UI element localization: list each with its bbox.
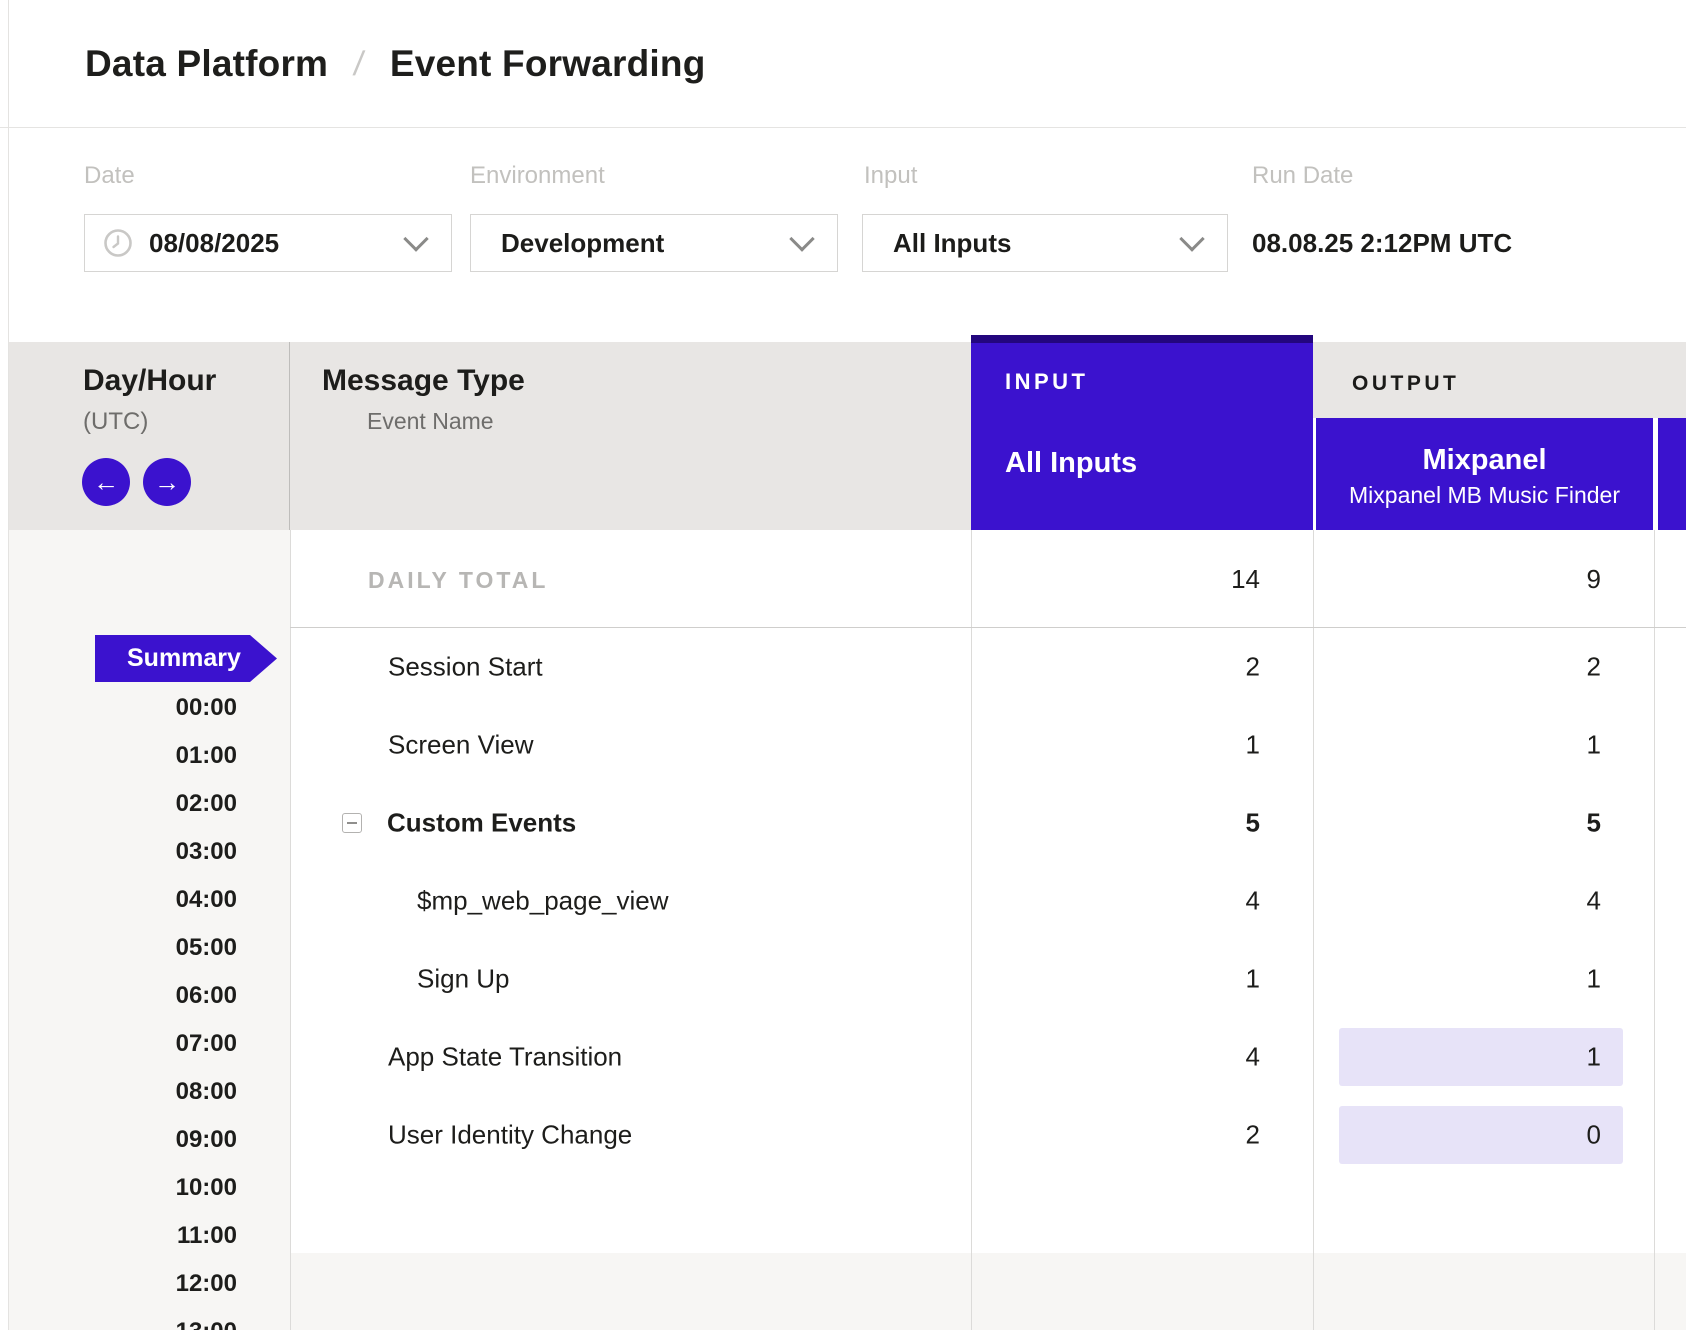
summary-tab-label: Summary — [127, 644, 241, 673]
table-row-nested: Sign Up 1 1 — [290, 940, 1686, 1018]
input-filter-label: Input — [864, 162, 917, 190]
hour-item[interactable]: 01:00 — [8, 732, 237, 780]
input-count: 1 — [972, 730, 1260, 761]
daily-total-input-value: 14 — [972, 564, 1260, 595]
hour-item[interactable]: 11:00 — [8, 1212, 237, 1260]
hour-item[interactable]: 02:00 — [8, 780, 237, 828]
table-row: Screen View 1 1 — [290, 706, 1686, 784]
event-name: Sign Up — [417, 964, 510, 995]
hour-item[interactable]: 08:00 — [8, 1068, 237, 1116]
output-count: 1 — [1316, 730, 1601, 761]
previous-day-button[interactable]: ← — [82, 458, 130, 506]
output-count: 5 — [1316, 808, 1601, 839]
input-count: 1 — [972, 964, 1260, 995]
hour-item[interactable]: 07:00 — [8, 1020, 237, 1068]
table-row: User Identity Change 2 0 — [290, 1096, 1686, 1174]
table-row: Session Start 2 2 — [290, 628, 1686, 706]
hour-item[interactable]: 10:00 — [8, 1164, 237, 1212]
event-group-name: Custom Events — [387, 808, 576, 839]
input-select-value: All Inputs — [893, 228, 1011, 259]
chevron-down-icon — [403, 226, 428, 251]
input-select[interactable]: All Inputs — [862, 214, 1228, 272]
event-name: Screen View — [388, 730, 534, 761]
input-count: 4 — [972, 1042, 1260, 1073]
message-type-column-subtitle: Event Name — [367, 408, 494, 435]
output-count: 4 — [1316, 886, 1601, 917]
output-count: 1 — [1316, 1042, 1601, 1073]
hour-item[interactable]: 12:00 — [8, 1260, 237, 1308]
event-name: Session Start — [388, 652, 543, 683]
run-date-value: 08.08.25 2:12PM UTC — [1252, 214, 1512, 272]
input-column-name: All Inputs — [1005, 447, 1137, 480]
header-column-divider — [289, 342, 290, 530]
summary-tab[interactable]: Summary — [95, 635, 277, 682]
date-filter-label: Date — [84, 162, 135, 190]
event-rows: Session Start 2 2 Screen View 1 1 Custom… — [290, 628, 1686, 1174]
input-column-header: INPUT All Inputs — [971, 335, 1313, 530]
environment-select-value: Development — [501, 228, 664, 259]
collapse-toggle[interactable] — [342, 813, 362, 833]
page-title[interactable]: Event Forwarding — [390, 43, 706, 85]
clock-icon — [103, 228, 133, 258]
daily-total-output-value: 9 — [1316, 564, 1601, 595]
hour-item[interactable]: 05:00 — [8, 924, 237, 972]
output-column-subtitle: Mixpanel MB Music Finder — [1316, 482, 1653, 509]
hour-item[interactable]: 09:00 — [8, 1116, 237, 1164]
breadcrumb-separator: / — [351, 45, 366, 84]
minus-icon — [347, 822, 357, 824]
arrow-left-icon: ← — [93, 467, 119, 498]
environment-select[interactable]: Development — [470, 214, 838, 272]
hour-item[interactable]: 03:00 — [8, 828, 237, 876]
arrow-right-icon: → — [154, 467, 180, 498]
environment-filter-label: Environment — [470, 162, 605, 190]
event-name: User Identity Change — [388, 1120, 632, 1151]
event-name: $mp_web_page_view — [417, 886, 669, 917]
hour-item[interactable]: 00:00 — [8, 684, 237, 732]
input-count: 4 — [972, 886, 1260, 917]
hour-item[interactable]: 13:00 — [8, 1308, 237, 1330]
breadcrumb-section[interactable]: Data Platform — [85, 43, 328, 85]
output-count: 2 — [1316, 652, 1601, 683]
hour-item[interactable]: 06:00 — [8, 972, 237, 1020]
table-row-nested: $mp_web_page_view 4 4 — [290, 862, 1686, 940]
table-footer-band — [290, 1253, 1686, 1330]
event-forwarding-page: Data Platform / Event Forwarding Date En… — [0, 0, 1686, 1330]
message-type-column-title: Message Type — [322, 364, 525, 398]
output-column-name: Mixpanel — [1316, 444, 1653, 477]
input-column-accent-strip — [971, 335, 1313, 343]
table-row-group: Custom Events 5 5 — [290, 784, 1686, 862]
day-hour-column-title: Day/Hour — [83, 364, 216, 398]
input-count: 2 — [972, 1120, 1260, 1151]
run-date-label: Run Date — [1252, 162, 1353, 190]
hour-list: 00:00 01:00 02:00 03:00 04:00 05:00 06:0… — [8, 684, 237, 1330]
output-count: 1 — [1316, 964, 1601, 995]
chevron-down-icon — [789, 226, 814, 251]
chevron-down-icon — [1179, 226, 1204, 251]
output-count: 0 — [1316, 1120, 1601, 1151]
day-navigation: ← → — [82, 458, 191, 506]
input-count: 5 — [972, 808, 1260, 839]
output-group-label: OUTPUT — [1352, 372, 1459, 396]
daily-total-label: DAILY TOTAL — [368, 567, 548, 594]
input-count: 2 — [972, 652, 1260, 683]
output-column-header: Mixpanel Mixpanel MB Music Finder — [1316, 418, 1653, 530]
date-select-value: 08/08/2025 — [149, 228, 279, 259]
next-day-button[interactable]: → — [143, 458, 191, 506]
event-name: App State Transition — [388, 1042, 622, 1073]
table-row: App State Transition 4 1 — [290, 1018, 1686, 1096]
top-header-bar: Data Platform / Event Forwarding — [0, 0, 1686, 128]
breadcrumb: Data Platform / Event Forwarding — [85, 0, 706, 128]
next-output-column-header-cutoff — [1658, 418, 1686, 530]
date-select[interactable]: 08/08/2025 — [84, 214, 452, 272]
input-group-label: INPUT — [1005, 369, 1089, 395]
hour-item[interactable]: 04:00 — [8, 876, 237, 924]
day-hour-column-subtitle: (UTC) — [83, 408, 148, 436]
